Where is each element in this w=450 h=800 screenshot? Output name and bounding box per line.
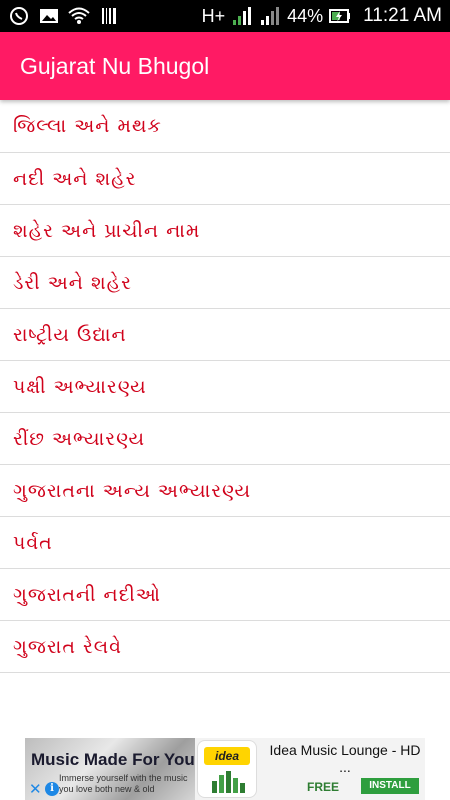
clock: 11:21 AM [363, 5, 442, 26]
equalizer-icon [212, 771, 245, 793]
list-item-label: જિલ્લા અને મથક [13, 115, 162, 137]
ad-app-title[interactable]: Idea Music Lounge - HD ... [269, 742, 421, 776]
ad-price: FREE [307, 780, 340, 794]
notification-icons [0, 6, 120, 26]
app-title: Gujarat Nu Bhugol [20, 52, 210, 79]
ad-subline: Immerse yourself with the music you love… [59, 773, 188, 794]
list-item-label: રીંછ અભ્યારણ્ય [13, 427, 146, 450]
list-item-label: ડેરી અને શહેર [13, 271, 132, 294]
whatsapp-icon [8, 6, 30, 26]
close-icon[interactable]: ✕ [29, 782, 43, 797]
list-item[interactable]: જિલ્લા અને મથક [0, 100, 450, 153]
status-bar: H+ 44% 11:21 AM [0, 0, 450, 32]
list-item-label: ગુજરાતના અન્ય અભ્યારણ્ય [13, 479, 252, 502]
list-item-label: રાષ્ટ્રીય ઉદ્યાન [13, 323, 127, 346]
logo-text: idea [204, 747, 250, 765]
list-item-label: ગુજરાત રેલવે [13, 635, 122, 658]
info-icon[interactable]: i [45, 782, 59, 796]
list-item[interactable]: રીંછ અભ્યારણ્ય [0, 413, 450, 465]
system-status: H+ 44% 11:21 AM [202, 5, 450, 27]
ad-headline: Music Made For You [31, 750, 195, 769]
topic-list: જિલ્લા અને મથક નદી અને શહેર શહેર અને પ્ર… [0, 100, 450, 673]
list-item[interactable]: ગુજરાતની નદીઓ [0, 569, 450, 621]
list-item[interactable]: ગુજરાતના અન્ય અભ્યારણ્ય [0, 465, 450, 517]
list-item[interactable]: પક્ષી અભ્યારણ્ય [0, 361, 450, 413]
ad-banner[interactable]: Music Made For You Immerse yourself with… [25, 738, 425, 800]
list-item-label: શહેર અને પ્રાચીન નામ [13, 219, 201, 242]
list-item-label: ગુજરાતની નદીઓ [13, 583, 161, 606]
list-item[interactable]: નદી અને શહેર [0, 153, 450, 205]
list-item-label: પર્વત [13, 531, 53, 554]
list-item[interactable]: રાષ્ટ્રીય ઉદ્યાન [0, 309, 450, 361]
battery-percent: 44% [287, 5, 324, 26]
list-item-label: પક્ષી અભ્યારણ્ય [13, 375, 147, 398]
app-toolbar: Gujarat Nu Bhugol [0, 32, 450, 100]
list-item[interactable]: પર્વત [0, 517, 450, 569]
list-item[interactable]: ડેરી અને શહેર [0, 257, 450, 309]
app-logo[interactable]: idea [197, 740, 257, 798]
battery-charging-icon [329, 6, 351, 26]
list-item[interactable]: ગુજરાત રેલવે [0, 621, 450, 673]
list-item-label: નદી અને શહેર [13, 167, 137, 190]
ad-image[interactable]: Music Made For You Immerse yourself with… [25, 738, 195, 800]
signal-2-icon [259, 6, 281, 26]
barcode-icon [98, 6, 120, 26]
network-type: H+ [201, 5, 226, 26]
list-item[interactable]: શહેર અને પ્રાચીન નામ [0, 205, 450, 257]
wifi-icon [68, 6, 90, 26]
image-icon [38, 6, 60, 26]
signal-1-icon [231, 6, 253, 26]
install-button[interactable]: INSTALL [361, 778, 419, 794]
